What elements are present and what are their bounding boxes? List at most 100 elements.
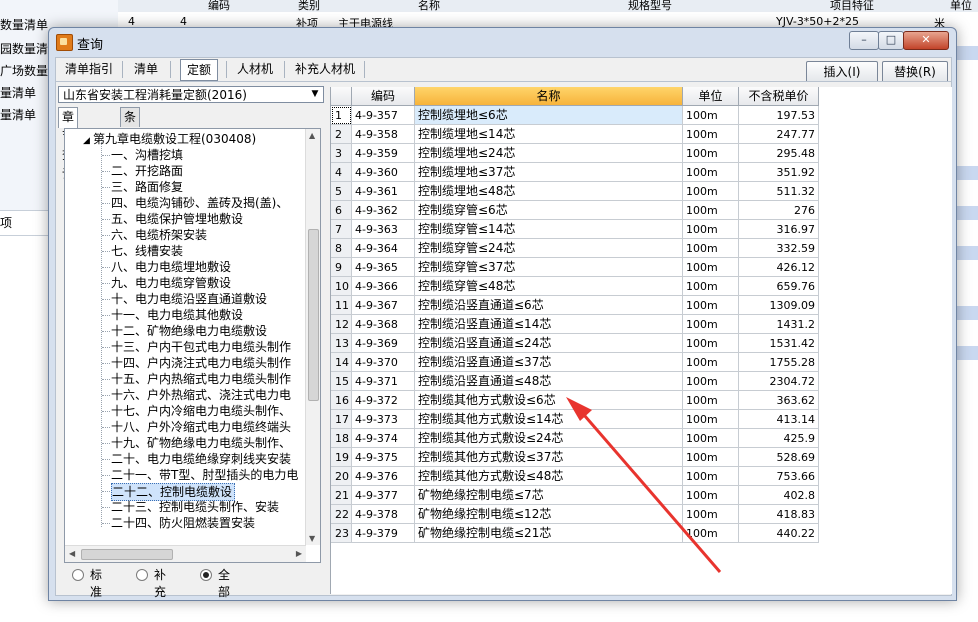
row-number[interactable]: 5	[331, 182, 352, 201]
cell-code[interactable]: 4-9-368	[352, 315, 415, 334]
replace-button[interactable]: 替换(R)	[882, 61, 948, 83]
col-header-code[interactable]: 编码	[352, 87, 415, 106]
cell-unit[interactable]: 100m	[683, 315, 739, 334]
row-number[interactable]: 6	[331, 201, 352, 220]
cell-price[interactable]: 511.32	[739, 182, 819, 201]
col-header-price[interactable]: 不含税单价	[739, 87, 819, 106]
row-number[interactable]: 11	[331, 296, 352, 315]
cell-price[interactable]: 332.59	[739, 239, 819, 258]
row-number[interactable]: 18	[331, 429, 352, 448]
scroll-right-icon[interactable]: ▶	[296, 549, 302, 558]
tree-horizontal-scrollbar[interactable]: ◀ ▶	[65, 545, 306, 562]
cell-code[interactable]: 4-9-373	[352, 410, 415, 429]
tree-section-node[interactable]: 十七、户内冷缩电力电缆头制作、	[111, 403, 293, 419]
tab-chapter-query[interactable]: 章节查询	[58, 107, 79, 181]
tab-supplement-material[interactable]: 补充人材机	[290, 58, 360, 80]
row-number[interactable]: 19	[331, 448, 352, 467]
cell-price[interactable]: 426.12	[739, 258, 819, 277]
tree-section-node[interactable]: 十二、矿物绝缘电力电缆敷设	[111, 323, 269, 339]
tree-section-node[interactable]: 一、沟槽挖填	[111, 147, 185, 163]
row-number[interactable]: 17	[331, 410, 352, 429]
cell-code[interactable]: 4-9-375	[352, 448, 415, 467]
row-number[interactable]: 16	[331, 391, 352, 410]
cell-code[interactable]: 4-9-365	[352, 258, 415, 277]
cell-price[interactable]: 753.66	[739, 467, 819, 486]
tree-section-node[interactable]: 十九、矿物绝缘电力电缆头制作、	[111, 435, 293, 451]
cell-unit[interactable]: 100m	[683, 220, 739, 239]
tab-labor-material[interactable]: 人材机	[232, 58, 278, 80]
tree-section-node[interactable]: 二十一、带T型、肘型插头的电力电	[111, 467, 300, 483]
tree-section-node[interactable]: 十、电力电缆沿竖直通道敷设	[111, 291, 269, 307]
cell-name[interactable]: 控制缆穿管≤37芯	[415, 258, 683, 277]
quota-book-select[interactable]: 山东省安装工程消耗量定额(2016) ▼	[58, 86, 324, 103]
scroll-left-icon[interactable]: ◀	[69, 549, 75, 558]
cell-name[interactable]: 矿物绝缘控制电缆≤12芯	[415, 505, 683, 524]
maximize-button[interactable]: □	[878, 31, 904, 50]
cell-code[interactable]: 4-9-361	[352, 182, 415, 201]
row-number[interactable]: 13	[331, 334, 352, 353]
cell-price[interactable]: 1431.2	[739, 315, 819, 334]
scrollbar-thumb[interactable]	[81, 549, 173, 560]
tree-section-node[interactable]: 二、开挖路面	[111, 163, 185, 179]
cell-name[interactable]: 控制缆其他方式敷设≤24芯	[415, 429, 683, 448]
cell-code[interactable]: 4-9-362	[352, 201, 415, 220]
cell-unit[interactable]: 100m	[683, 296, 739, 315]
cell-unit[interactable]: 100m	[683, 144, 739, 163]
tab-condition-query[interactable]: 条件查询	[120, 107, 141, 181]
cell-price[interactable]: 528.69	[739, 448, 819, 467]
row-number[interactable]: 15	[331, 372, 352, 391]
cell-unit[interactable]: 100m	[683, 448, 739, 467]
cell-price[interactable]: 418.83	[739, 505, 819, 524]
close-button[interactable]: ✕	[903, 31, 949, 50]
cell-price[interactable]: 659.76	[739, 277, 819, 296]
tree-section-node[interactable]: 十三、户内干包式电力电缆头制作	[111, 339, 293, 355]
cell-code[interactable]: 4-9-367	[352, 296, 415, 315]
cell-unit[interactable]: 100m	[683, 524, 739, 543]
cell-name[interactable]: 控制缆穿管≤6芯	[415, 201, 683, 220]
row-number[interactable]: 7	[331, 220, 352, 239]
cell-price[interactable]: 425.9	[739, 429, 819, 448]
cell-code[interactable]: 4-9-364	[352, 239, 415, 258]
cell-unit[interactable]: 100m	[683, 163, 739, 182]
cell-name[interactable]: 控制缆穿管≤24芯	[415, 239, 683, 258]
scroll-up-icon[interactable]: ▲	[309, 131, 315, 140]
tree-expander-icon[interactable]: ◢	[83, 133, 93, 149]
chapter-tree[interactable]: ◢ 第九章电缆敷设工程(030408) 一、沟槽挖填 二、开挖路面 三、路面修复 四、电…	[64, 128, 321, 563]
cell-code[interactable]: 4-9-360	[352, 163, 415, 182]
tree-section-node[interactable]: 十一、电力电缆其他敷设	[111, 307, 245, 323]
cell-unit[interactable]: 100m	[683, 277, 739, 296]
row-number[interactable]: 23	[331, 524, 352, 543]
cell-price[interactable]: 413.14	[739, 410, 819, 429]
cell-unit[interactable]: 100m	[683, 353, 739, 372]
row-number[interactable]: 10	[331, 277, 352, 296]
cell-price[interactable]: 276	[739, 201, 819, 220]
cell-unit[interactable]: 100m	[683, 429, 739, 448]
tree-vertical-scrollbar[interactable]: ▲ ▼	[305, 129, 320, 545]
cell-name[interactable]: 控制缆其他方式敷设≤14芯	[415, 410, 683, 429]
cell-code[interactable]: 4-9-363	[352, 220, 415, 239]
row-number[interactable]: 20	[331, 467, 352, 486]
cell-price[interactable]: 440.22	[739, 524, 819, 543]
cell-name[interactable]: 控制缆沿竖直通道≤14芯	[415, 315, 683, 334]
tree-section-node[interactable]: 十八、户外冷缩式电力电缆终端头	[111, 419, 293, 435]
cell-price[interactable]: 197.53	[739, 106, 819, 125]
tree-section-node[interactable]: 二十四、防火阻燃装置安装	[111, 515, 257, 531]
cell-name[interactable]: 控制缆沿竖直通道≤48芯	[415, 372, 683, 391]
tree-section-node[interactable]: 三、路面修复	[111, 179, 185, 195]
cell-name[interactable]: 控制缆埋地≤37芯	[415, 163, 683, 182]
tree-section-node[interactable]: 十四、户内浇注式电力电缆头制作	[111, 355, 293, 371]
cell-name[interactable]: 控制缆埋地≤6芯	[415, 106, 683, 125]
cell-name[interactable]: 控制缆埋地≤14芯	[415, 125, 683, 144]
dialog-title-bar[interactable]: 查询 – □ ✕	[49, 28, 956, 55]
cell-unit[interactable]: 100m	[683, 182, 739, 201]
radio-standard[interactable]	[72, 569, 84, 581]
cell-name[interactable]: 控制缆沿竖直通道≤37芯	[415, 353, 683, 372]
row-number[interactable]: 12	[331, 315, 352, 334]
cell-unit[interactable]: 100m	[683, 486, 739, 505]
insert-button[interactable]: 插入(I)	[806, 61, 878, 83]
col-header-name[interactable]: 名称	[415, 87, 683, 106]
cell-price[interactable]: 402.8	[739, 486, 819, 505]
cell-price[interactable]: 295.48	[739, 144, 819, 163]
radio-supplement[interactable]	[136, 569, 148, 581]
scrollbar-thumb[interactable]	[308, 229, 319, 401]
